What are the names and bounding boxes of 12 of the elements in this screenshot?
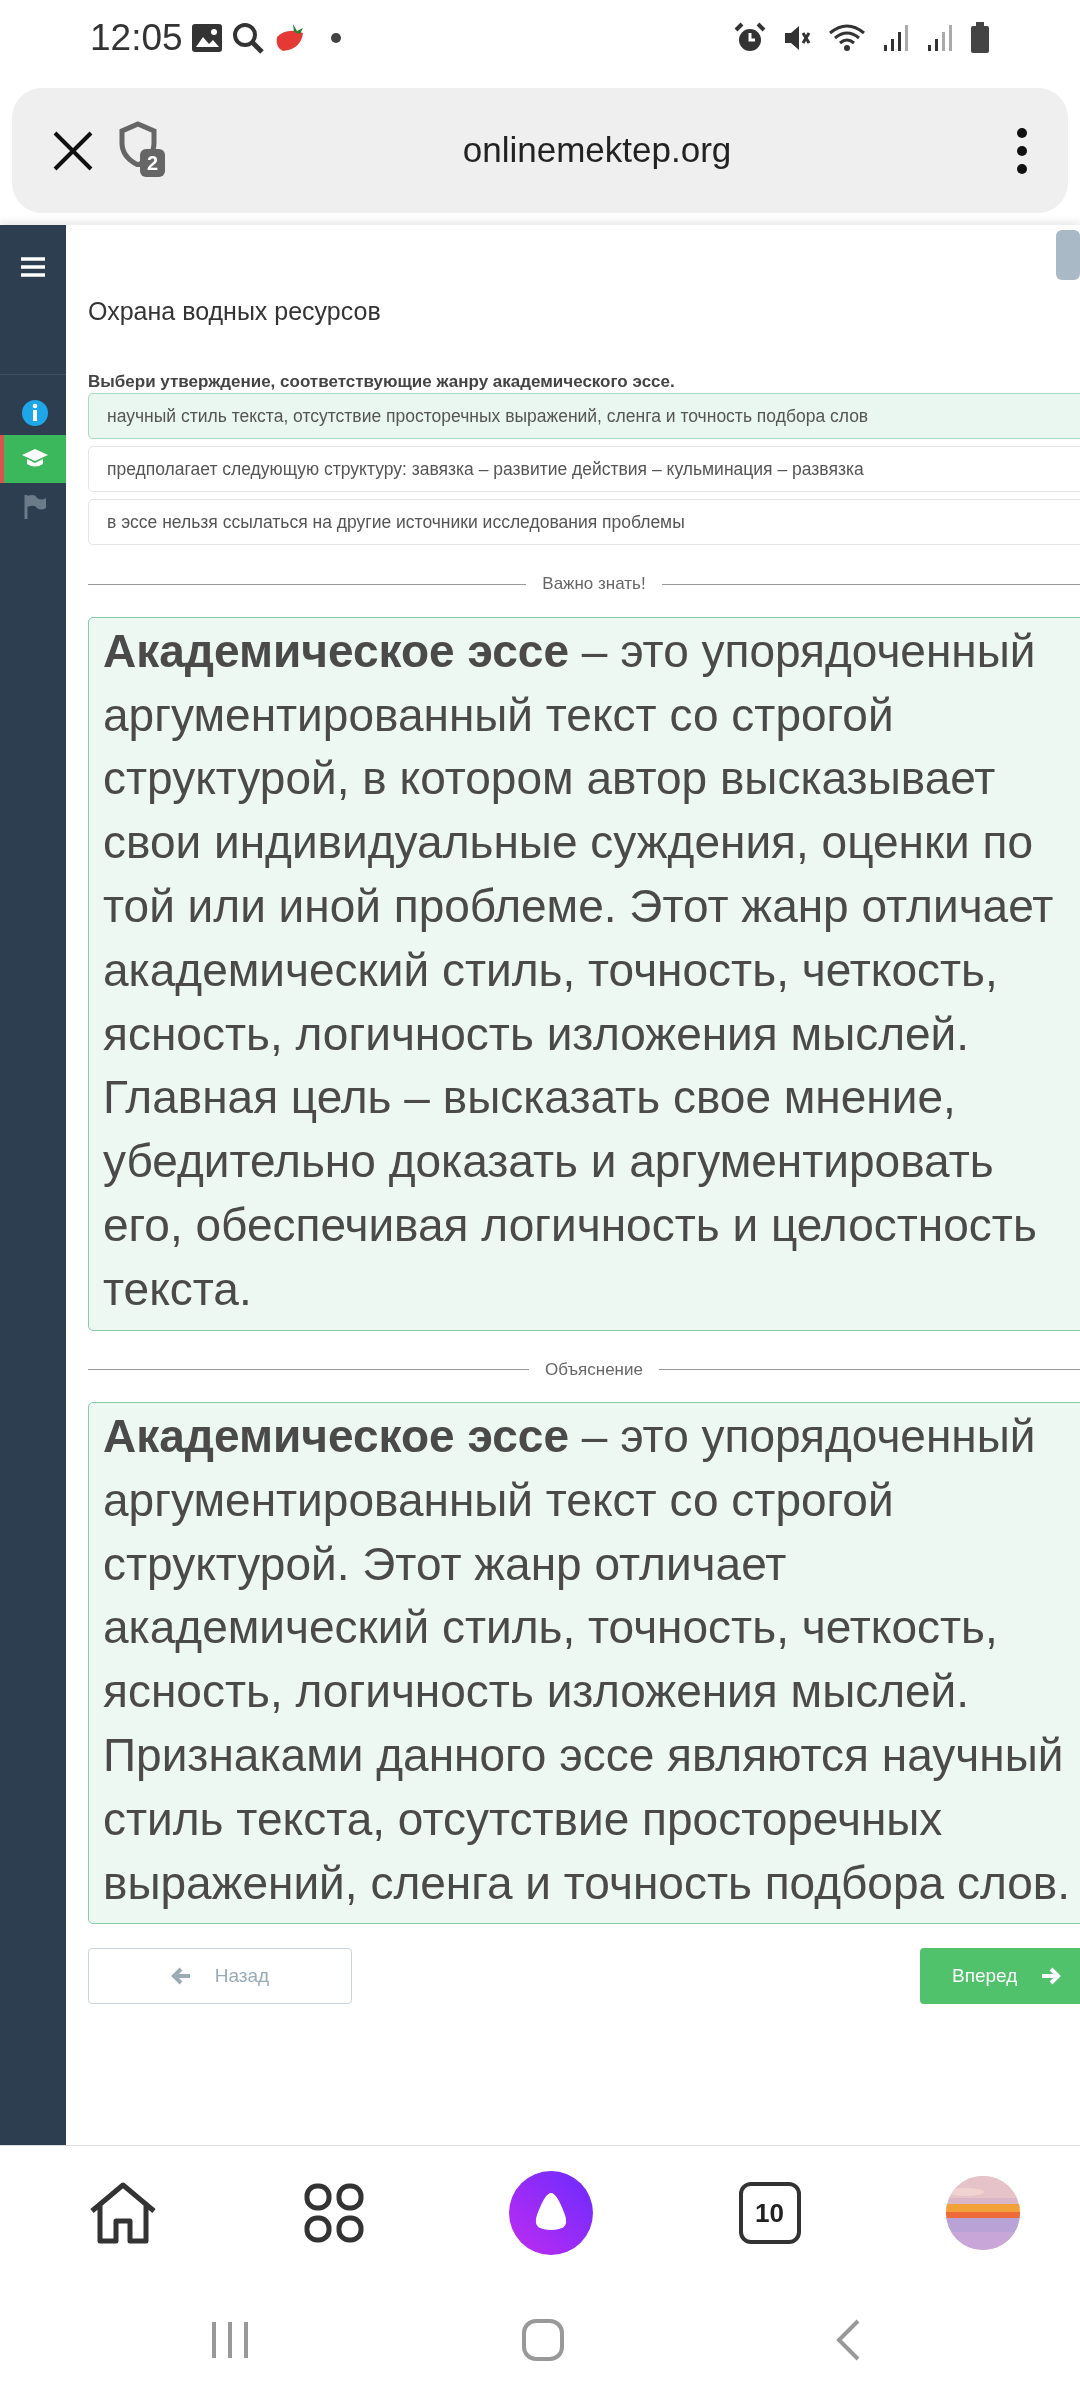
question-text: Выбери утверждение, соответствующие жанру академического эссе.	[88, 370, 676, 393]
tab-count[interactable]: 10	[738, 2182, 801, 2244]
section-heading: Объяснение	[545, 1358, 643, 1381]
url-text[interactable]: onlinemektep.org	[462, 124, 732, 177]
status-time: 12:05	[90, 15, 183, 60]
answer-option[interactable]: предполагает следующую структуру: завязка – развитие действия – кульминация – развязка	[88, 445, 1080, 492]
section-heading: Важно знать!	[542, 573, 646, 596]
answer-option[interactable]: в эссе нельзя ссылаться на другие источники исследования проблемы	[88, 499, 1080, 546]
essay-text: Академическое эссе – это упорядоченный аргументированный текст со строгой структурой, в котором автор высказывает свои индивидуальные суждения, оценки по той или иной проблеме. Этот жанр отличает академический стиль, точность, четкость, ясность, логичность изложения мыслей. Главная цель – высказать свое мнение, убедительно доказать и аргументировать его, обеспечивая логичность и целостность текста.	[88, 616, 1080, 1331]
lesson-title: Охрана водных ресурсов	[88, 296, 382, 327]
essay-text: Академическое эссе – это упорядоченный аргументированный текст со строгой структурой. Этот жанр отличает академический стиль, точность, четкость, ясность, логичность изложения мыслей. Признаками данного эссе являются научный стиль текста, отсутствие просторечных выражений, сленга и точность подбора слов.	[88, 1402, 1080, 1925]
answer-option[interactable]: научный стиль текста, отсутствие просторечных выражений, сленга и точность подбора слов	[88, 392, 1080, 439]
